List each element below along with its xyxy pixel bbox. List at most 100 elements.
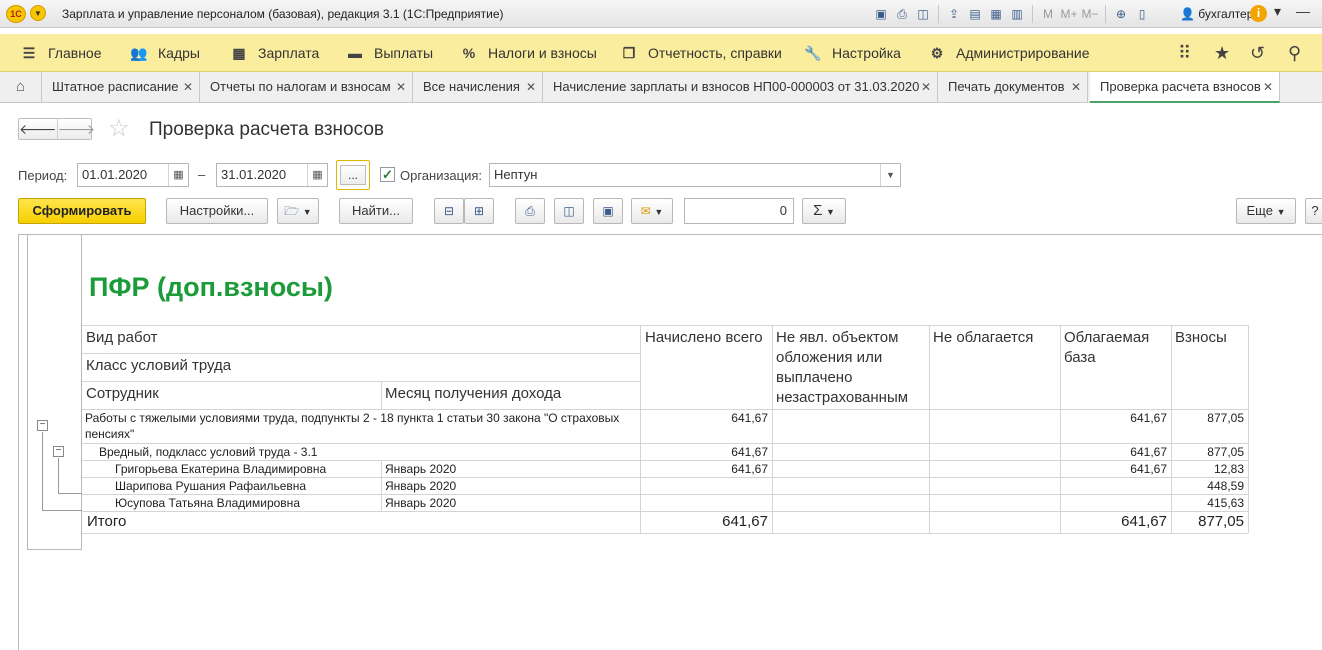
section-label: Зарплата — [258, 45, 320, 61]
calculator-icon[interactable]: ▦ — [987, 5, 1005, 23]
collapse-subgroup-icon[interactable]: − — [53, 446, 64, 457]
home-icon[interactable]: ⌂ — [0, 72, 42, 103]
save-icon[interactable]: ▣ — [593, 198, 623, 224]
tab-contribution-check[interactable]: Проверка расчета взносов ✕ — [1090, 72, 1280, 103]
period-from-field[interactable]: 01.01.2020 ▦ — [77, 163, 189, 187]
favorites-icon[interactable]: ★ — [1214, 34, 1230, 72]
close-icon[interactable]: ✕ — [1263, 72, 1273, 102]
tab-label: Штатное расписание — [52, 79, 179, 94]
dropdown-icon: ▼ — [654, 207, 664, 217]
forward-icon[interactable]: 🡒 — [56, 119, 95, 139]
save-icon[interactable]: ▣ — [872, 5, 890, 23]
email-button[interactable]: ✉ ▼ — [631, 198, 673, 224]
sum-field[interactable]: 0 — [684, 198, 794, 224]
section-main[interactable]: ☰ Главное — [18, 34, 102, 72]
section-salary[interactable]: ▦ Зарплата — [228, 34, 319, 72]
close-icon[interactable]: ✕ — [183, 72, 193, 102]
user-icon: 👤 — [1180, 7, 1195, 21]
upload-icon[interactable]: ⇪ — [945, 5, 963, 23]
panels-icon[interactable]: ▯ — [1133, 5, 1151, 23]
preview-icon[interactable]: ◫ — [914, 5, 932, 23]
generate-button[interactable]: Сформировать — [18, 198, 146, 224]
settings-button[interactable]: Настройки... — [166, 198, 268, 224]
help-button[interactable]: ? — [1305, 198, 1322, 224]
sum-icon: Σ — [813, 202, 823, 219]
document-icon[interactable]: ▤ — [966, 5, 984, 23]
collapse-all-icon[interactable]: ⊟ — [434, 198, 464, 224]
find-button[interactable]: Найти... — [339, 198, 413, 224]
main-menu-icon[interactable]: ▼ — [30, 5, 46, 21]
calendar-icon[interactable]: ▦ — [307, 164, 327, 186]
organization-checkbox[interactable]: ✓ — [380, 167, 395, 182]
collapse-group-icon[interactable]: − — [37, 420, 48, 431]
window-title: Зарплата и управление персоналом (базова… — [62, 7, 504, 21]
more-button[interactable]: Еще ▼ — [1236, 198, 1296, 224]
dropdown-icon[interactable]: ▼ — [880, 164, 900, 186]
section-hr[interactable]: 👥 Кадры — [128, 34, 200, 72]
period-to-field[interactable]: 31.01.2020 ▦ — [216, 163, 328, 187]
memory-minus-icon[interactable]: M− — [1081, 5, 1099, 23]
outline-gutter — [27, 549, 81, 550]
back-icon[interactable]: 🡐 — [19, 119, 57, 139]
period-dash: – — [198, 167, 206, 182]
subgroup-label[interactable]: Вредный, подкласс условий труда - 3.1 — [96, 444, 640, 460]
history-icon[interactable]: ↺ — [1250, 34, 1265, 72]
organization-field[interactable]: Нептун ▼ — [489, 163, 901, 187]
close-icon[interactable]: ✕ — [526, 72, 536, 102]
calendar-icon[interactable]: ▥ — [1008, 5, 1026, 23]
preview-icon[interactable]: ◫ — [554, 198, 584, 224]
subgroup-accrued: 641,67 — [731, 445, 768, 459]
table-row-employee[interactable]: Шарипова Рушания Рафаильевна — [112, 478, 381, 494]
memory-m-icon[interactable]: M — [1039, 5, 1057, 23]
app-logo: 1С — [6, 5, 26, 23]
total-accrued: 641,67 — [722, 513, 768, 530]
favorite-star-icon[interactable]: ☆ — [108, 114, 130, 143]
tab-tax-reports[interactable]: Отчеты по налогам и взносам ✕ — [200, 72, 413, 103]
period-select-button[interactable]: ... — [336, 160, 370, 190]
tab-payroll-document[interactable]: Начисление зарплаты и взносов НП00-00000… — [543, 72, 938, 103]
sum-button[interactable]: Σ ▼ — [802, 198, 846, 224]
period-from-value: 01.01.2020 — [82, 167, 148, 182]
print-icon[interactable]: ⎙ — [515, 198, 545, 224]
section-admin[interactable]: ⚙ Администрирование — [926, 34, 1090, 72]
close-icon[interactable]: ✕ — [921, 72, 931, 102]
info-menu-icon[interactable]: ▾ — [1274, 3, 1281, 20]
print-icon[interactable]: ⎙ — [893, 5, 911, 23]
minimize-icon[interactable]: — — [1296, 3, 1310, 19]
tab-all-accruals[interactable]: Все начисления ✕ — [413, 72, 543, 103]
header-income-month: Месяц получения дохода — [385, 385, 562, 402]
header-work-type: Вид работ — [86, 329, 158, 346]
title-bar: 1С ▼ Зарплата и управление персоналом (б… — [0, 0, 1322, 28]
gear-icon: ⚙ — [930, 45, 944, 61]
close-icon[interactable]: ✕ — [396, 72, 406, 102]
table-row-employee[interactable]: Григорьева Екатерина Владимировна — [112, 461, 381, 477]
tab-staff-schedule[interactable]: Штатное расписание ✕ — [42, 72, 200, 103]
memory-plus-icon[interactable]: M+ — [1060, 5, 1078, 23]
group-label[interactable]: Работы с тяжелыми условиями труда, подпу… — [82, 410, 640, 443]
close-icon[interactable]: ✕ — [1071, 72, 1081, 102]
table-row-employee[interactable]: Юсупова Татьяна Владимировна — [112, 495, 381, 511]
apps-grid-icon[interactable]: ⠿ — [1178, 34, 1191, 72]
section-label: Настройка — [832, 45, 901, 61]
header-employee: Сотрудник — [86, 385, 159, 402]
divider — [938, 5, 939, 23]
section-reports[interactable]: ❐ Отчетность, справки — [618, 34, 782, 72]
section-payments[interactable]: ▬ Выплаты — [344, 34, 433, 72]
tab-label: Начисление зарплаты и взносов НП00-00000… — [553, 79, 920, 94]
header-accrued-total: Начислено всего — [645, 329, 763, 346]
tab-print-documents[interactable]: Печать документов ✕ — [938, 72, 1088, 103]
info-icon[interactable]: i — [1250, 5, 1267, 22]
zoom-icon[interactable]: ⊕ — [1112, 5, 1130, 23]
subgroup-base: 641,67 — [1130, 445, 1167, 459]
section-taxes[interactable]: % Налоги и взносы — [458, 34, 597, 72]
menu-icon: ☰ — [22, 45, 36, 61]
calendar-icon[interactable]: ▦ — [168, 164, 188, 186]
section-label: Администрирование — [956, 45, 1090, 61]
organization-label: Организация: — [400, 168, 483, 183]
user-name[interactable]: 👤 бухгалтер — [1180, 7, 1253, 21]
section-settings[interactable]: 🔧 Настройка — [802, 34, 901, 72]
variants-button[interactable]: 🗁 ▼ — [277, 198, 319, 224]
search-icon[interactable]: ⚲ — [1288, 34, 1301, 72]
expand-all-icon[interactable]: ⊞ — [464, 198, 494, 224]
wallet-icon: ▬ — [348, 45, 362, 61]
